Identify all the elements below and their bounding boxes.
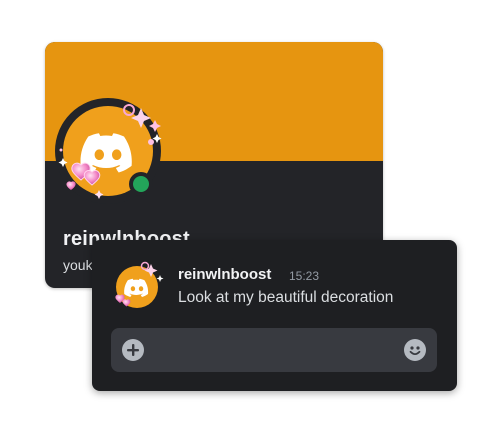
message-text: Look at my beautiful decoration [178,289,394,306]
status-online-indicator [133,176,149,192]
message-avatar[interactable] [110,260,166,316]
emoji-picker-button[interactable] [404,339,426,361]
screenshot-stage: reinwlnboost youk reinwlnboost 15:23 Loo… [0,0,480,429]
add-attachment-button[interactable] [122,339,144,361]
profile-avatar[interactable] [55,98,167,210]
message-composer [111,328,437,374]
plus-circle-icon [127,344,139,356]
message-author[interactable]: reinwlnboost [178,266,271,283]
message-timestamp: 15:23 [289,269,320,283]
message-card: reinwlnboost 15:23 Look at my beautiful … [92,240,457,391]
message-avatar-image [116,266,158,308]
discord-logo-icon [124,278,149,298]
profile-subtext: youk [63,257,93,273]
message-input[interactable] [155,328,395,374]
smiley-icon [409,346,421,356]
